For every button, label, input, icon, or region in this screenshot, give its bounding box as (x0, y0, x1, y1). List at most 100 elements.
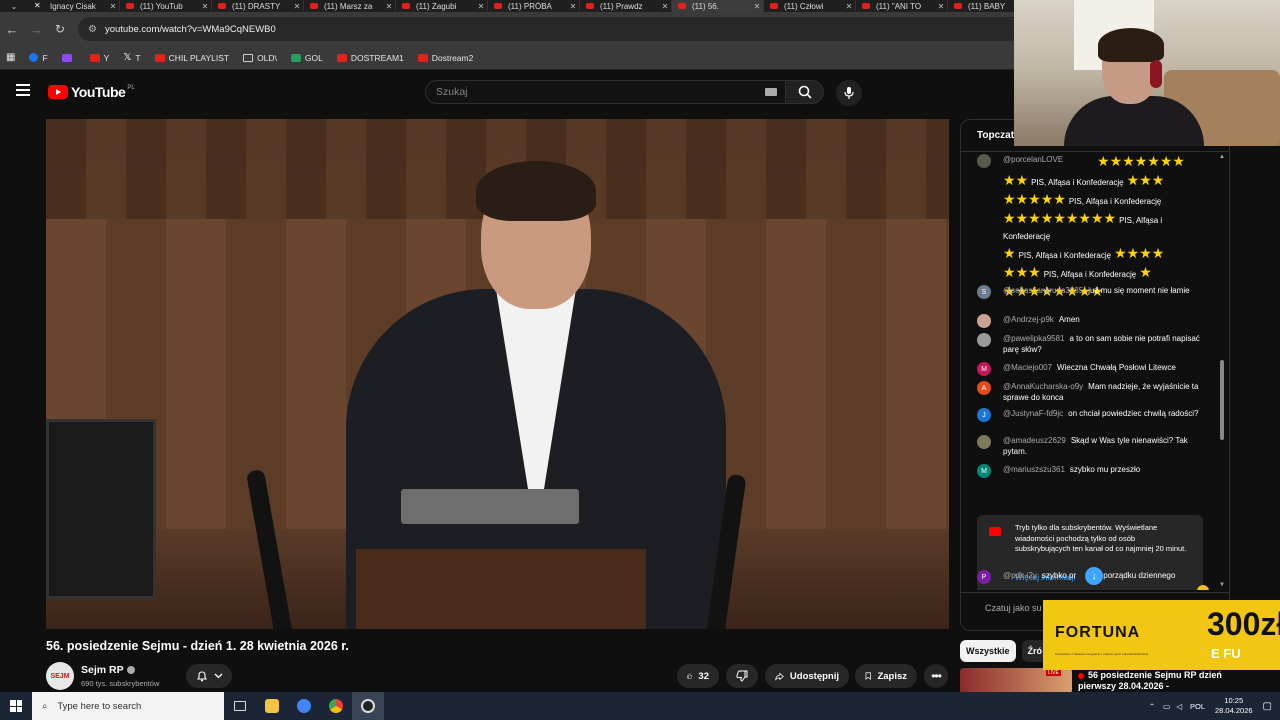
reload-icon[interactable]: ↻ (48, 22, 72, 36)
task-view-icon[interactable] (224, 692, 256, 720)
browser-tab[interactable]: (11) YouTub ✕ (120, 0, 212, 12)
star-emoji-icon: ★ (1134, 153, 1148, 169)
live-chat-panel: Topczat @porcelanLOVE ★★★★★★★ ★★ PIS, Alfą… (960, 119, 1230, 631)
chat-star-text: PIS, Alfąsa i Konfederację (1068, 197, 1162, 206)
scroll-up-arrow-icon[interactable]: ▲ (1219, 154, 1225, 160)
search-placeholder: Szukaj (436, 86, 468, 98)
notification-bell-button[interactable] (186, 664, 232, 688)
chip-all[interactable]: Wszystkie (960, 640, 1016, 662)
close-tab-icon[interactable]: ✕ (199, 2, 211, 11)
browser-tab[interactable]: (11) Zagubi ✕ (396, 0, 488, 12)
tab-title: (11) YouTub (140, 1, 183, 11)
clock[interactable]: 10:25 28.04.2026 (1215, 696, 1253, 716)
ad-brand: FORTUNA (1055, 624, 1141, 641)
chat-star-line: ★★★★★★★ (1097, 153, 1203, 172)
bookmark-item[interactable] (61, 52, 76, 63)
bookmark-item[interactable]: OLD\ (243, 52, 277, 63)
bookmark-item[interactable]: 𝕏T (123, 52, 140, 63)
close-tab-icon[interactable]: ✕ (291, 2, 303, 11)
back-arrow-icon[interactable]: ← (0, 22, 24, 37)
url-bar[interactable]: ⚙ youtube.com/watch?v=WMa9CqNEWB0 (78, 17, 1038, 41)
language-indicator[interactable]: POL (1190, 702, 1205, 711)
keyboard-icon[interactable] (765, 88, 777, 96)
dislike-button[interactable] (726, 664, 758, 688)
scrollbar-thumb[interactable] (1220, 360, 1224, 440)
close-tab-icon[interactable]: ✕ (567, 2, 579, 11)
search-button[interactable] (786, 80, 824, 104)
verified-badge-icon (126, 666, 135, 675)
bookmark-item[interactable]: Dostream2 (417, 52, 473, 63)
chat-star-line: ★ PIS, Alfąsa i Konfederację ★★★★ (1003, 245, 1203, 264)
notifications-icon[interactable]: ▢ (1263, 701, 1272, 712)
search-input[interactable]: Szukaj (425, 80, 786, 104)
file-explorer-icon[interactable] (256, 692, 288, 720)
close-tab-icon[interactable]: ✕ (843, 2, 855, 11)
browser-tab[interactable]: (11) PRÓBA ✕ (488, 0, 580, 12)
twitch-icon (61, 53, 72, 62)
youtube-icon (989, 527, 1001, 536)
chat-avatar: M (977, 362, 991, 376)
browser-tab[interactable]: (11) Człowi ✕ (764, 0, 856, 12)
menu-icon[interactable] (16, 84, 30, 96)
facebook-icon (29, 53, 39, 62)
star-emoji-icon: ★ (1109, 153, 1123, 169)
tray-chevron-up-icon[interactable]: ⌃ (1149, 702, 1155, 711)
recommended-video[interactable]: LIVE 56 posiedzenie Sejmu RP dzień pierw… (960, 668, 1280, 694)
forward-arrow-icon[interactable]: → (24, 22, 48, 37)
network-icon[interactable]: ▭ (1163, 702, 1170, 711)
chrome-profile-icon[interactable] (288, 692, 320, 720)
like-button[interactable]: 32 (677, 664, 719, 688)
star-emoji-icon: ★ (1003, 245, 1016, 261)
bookmark-item[interactable]: GOL (290, 52, 323, 63)
scroll-to-bottom-button[interactable]: ↓ (1085, 567, 1103, 585)
voice-search-button[interactable] (836, 80, 862, 106)
channel-avatar[interactable]: SEJM (46, 662, 74, 690)
browser-tab[interactable]: ✕ Ignacy Cisak ✕ (28, 0, 120, 12)
site-info-icon[interactable]: ⚙ (88, 24, 97, 35)
close-tab-icon[interactable]: ✕ (935, 2, 947, 11)
close-tab-icon[interactable]: ✕ (659, 2, 671, 11)
webcam-headset (1150, 60, 1162, 88)
like-count: 32 (698, 670, 709, 682)
browser-tab[interactable]: (11) DRASTY ✕ (212, 0, 304, 12)
chat-scrollbar[interactable]: ▲ ▼ (1218, 152, 1226, 592)
volume-icon[interactable]: ◁ (1176, 702, 1182, 711)
bookmark-item[interactable]: CHIL PLAYLIST (154, 52, 229, 63)
thumbs-up-icon (687, 673, 693, 679)
star-emoji-icon: ★ (1040, 191, 1054, 207)
bookmark-item[interactable]: Y (89, 52, 109, 63)
close-tab-icon[interactable]: ✕ (475, 2, 487, 11)
bookmark-item[interactable]: F (29, 52, 48, 63)
browser-tab[interactable]: (11) 56. ✕ (672, 0, 764, 12)
bookmark-item[interactable]: DOSTREAM1 (336, 52, 404, 63)
chat-star-line: ★★ PIS, Alfąsa i Konfederację ★★★ (1003, 172, 1203, 191)
chat-message: @Andrzej-p9k Amen (977, 314, 1203, 328)
webcam-person-hair (1098, 28, 1164, 62)
youtube-favicon-icon (402, 3, 410, 9)
start-button[interactable] (0, 692, 32, 720)
emoji-icon[interactable] (1197, 585, 1209, 590)
obs-icon[interactable] (352, 692, 384, 720)
star-emoji-icon: ★ (1172, 153, 1185, 169)
apps-grid-icon[interactable]: ▦ (6, 52, 15, 63)
youtube-icon (336, 53, 347, 62)
chat-text: Wieczna Chwałą Posłowi Litewce (1057, 363, 1176, 372)
browser-tab[interactable]: (11) Prawdz ✕ (580, 0, 672, 12)
chat-message-stars: @porcelanLOVE ★★★★★★★ ★★ PIS, Alfąsa i Kon… (977, 153, 1203, 302)
browser-tab[interactable]: (11) "ANI TO ✕ (856, 0, 948, 12)
video-player[interactable] (46, 119, 949, 629)
close-tab-icon[interactable]: ✕ (751, 2, 763, 11)
close-tab-icon[interactable]: ✕ (383, 2, 395, 11)
browser-tab[interactable]: (11) Marsz za ✕ (304, 0, 396, 12)
close-tab-icon[interactable]: ✕ (107, 2, 119, 11)
chrome-icon[interactable] (320, 692, 352, 720)
chat-message: J @JustynaF-fd9jc on chciał powiedziec chw… (977, 408, 1203, 422)
channel-name[interactable]: Sejm RP (81, 664, 135, 676)
scroll-down-arrow-icon[interactable]: ▼ (1219, 582, 1225, 588)
save-button[interactable]: Zapisz (855, 664, 917, 688)
youtube-logo[interactable]: YouTube PL (48, 84, 135, 100)
share-button[interactable]: Udostępnij (765, 664, 849, 688)
tab-search-chevron-icon[interactable]: ⌄ (0, 0, 28, 12)
taskbar-search-input[interactable]: ⌕ Type here to search (32, 692, 224, 720)
more-actions-button[interactable]: ••• (924, 664, 948, 688)
